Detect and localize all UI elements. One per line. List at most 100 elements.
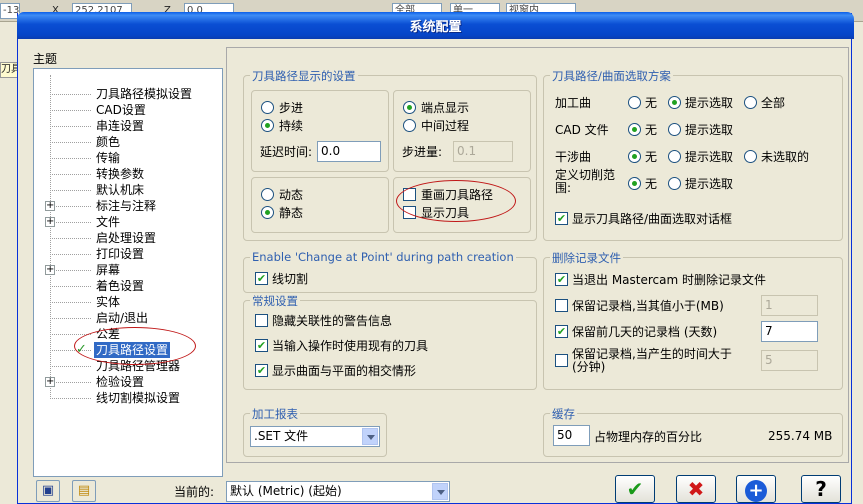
tree-item[interactable]: 启处理设置 xyxy=(34,230,222,246)
keep-size-input[interactable]: 1 xyxy=(761,295,818,316)
tree-item[interactable]: 颜色 xyxy=(34,134,222,150)
keep-time-input[interactable]: 5 xyxy=(761,350,818,371)
tree-item[interactable]: CAD设置 xyxy=(34,102,222,118)
middle-radio[interactable] xyxy=(403,119,416,132)
keep-size-checkbox[interactable] xyxy=(555,299,568,312)
step-qty-input[interactable]: 0.1 xyxy=(453,141,513,162)
hide-warning-label: 隐藏关联性的警告信息 xyxy=(272,314,393,328)
selection-option-radio[interactable] xyxy=(628,123,641,136)
static-radio-label: 静态 xyxy=(279,206,304,220)
middle-radio-label: 中间过程 xyxy=(421,119,470,133)
selection-row-label: 定义切削范围: xyxy=(555,168,616,195)
tree-item[interactable]: 默认机床 xyxy=(34,182,222,198)
delete-on-exit-checkbox[interactable]: ✔ xyxy=(555,273,568,286)
tree-item-label: 文件 xyxy=(96,215,121,229)
selection-option-radio[interactable] xyxy=(628,150,641,163)
apply-button[interactable]: + xyxy=(736,475,776,503)
keep-days-input[interactable]: 7 xyxy=(761,321,818,342)
expand-plus-icon[interactable]: + xyxy=(45,201,55,211)
cancel-button[interactable]: ✖ xyxy=(676,475,716,503)
tree-item[interactable]: + 标注与注释 xyxy=(34,198,222,214)
topic-label: 主题 xyxy=(33,52,58,66)
tree-connector xyxy=(50,270,91,271)
keep-days-checkbox[interactable]: ✔ xyxy=(555,325,568,338)
tree-connector xyxy=(50,142,91,143)
keep-time-checkbox[interactable] xyxy=(555,354,568,367)
expand-plus-icon[interactable]: + xyxy=(45,217,55,227)
tree-item[interactable]: 实体 xyxy=(34,294,222,310)
tree-item[interactable]: + 检验设置 xyxy=(34,374,222,390)
cache-percent-label: 占物理内存的百分比 xyxy=(594,430,703,444)
tree-item[interactable]: 传输 xyxy=(34,150,222,166)
tree-item[interactable]: 刀具路径模拟设置 xyxy=(34,86,222,102)
report-title: 加工报表 xyxy=(250,406,300,422)
use-existing-tool-checkbox[interactable]: ✔ xyxy=(255,339,268,352)
tree-item-label: CAD设置 xyxy=(96,103,146,117)
selection-row-label: CAD 文件 xyxy=(555,123,609,137)
selection-option-radio[interactable] xyxy=(668,150,681,163)
hide-warning-checkbox[interactable] xyxy=(255,314,268,327)
keep-size-label: 保留记录档,当其值小于(MB) xyxy=(572,299,724,313)
topic-tree[interactable]: 刀具路径模拟设置 CAD设置 串连设置 颜色传输 转换参数 默认机床 + 标注与注释 + 文件启处… xyxy=(33,68,223,477)
cache-percent-input[interactable]: 50 xyxy=(553,425,590,446)
open-config-button[interactable]: ▤ xyxy=(72,480,96,502)
delay-input[interactable]: 0.0 xyxy=(317,141,381,162)
highlight-ellipse-tree xyxy=(74,327,196,365)
tree-item[interactable]: 线切割模拟设置 xyxy=(34,390,222,406)
selection-option-label: 无 xyxy=(645,177,658,191)
expand-plus-icon[interactable]: + xyxy=(45,377,55,387)
static-radio[interactable] xyxy=(261,206,274,219)
tree-item-label: 启处理设置 xyxy=(96,231,157,245)
display-settings-title: 刀具路径显示的设置 xyxy=(250,68,358,84)
save-config-button[interactable]: ▣ xyxy=(36,480,60,502)
tree-item[interactable]: + 屏幕 xyxy=(34,262,222,278)
cache-size-value: 255.74 MB xyxy=(768,429,833,443)
close-icon: ✖ xyxy=(687,477,705,501)
selection-row-label: 加工曲 xyxy=(555,96,592,110)
checkmark-icon: ✔ xyxy=(626,477,644,501)
tree-item[interactable]: 转换参数 xyxy=(34,166,222,182)
tree-item-label: 颜色 xyxy=(96,135,121,149)
tree-item-label: 标注与注释 xyxy=(96,199,157,213)
selection-row-label: 干涉曲 xyxy=(555,150,592,164)
selection-option-radio[interactable] xyxy=(668,123,681,136)
tree-item[interactable]: 启动/退出 xyxy=(34,310,222,326)
settings-panel: 刀具路径显示的设置 步进 持续 延迟时间: 0.0 端点显示 中间过程 步进量:… xyxy=(226,47,849,463)
current-config-value: 默认 (Metric) (起始) xyxy=(230,484,342,498)
continuous-radio[interactable] xyxy=(261,119,274,132)
selection-option-radio[interactable] xyxy=(668,96,681,109)
help-icon: ? xyxy=(815,477,827,501)
step-radio-label: 步进 xyxy=(279,101,304,115)
tree-item[interactable]: 打印设置 xyxy=(34,246,222,262)
tree-connector xyxy=(50,174,91,175)
tree-item-label: 传输 xyxy=(96,151,121,165)
endpoint-radio[interactable] xyxy=(403,101,416,114)
continuous-radio-label: 持续 xyxy=(279,119,304,133)
step-radio[interactable] xyxy=(261,101,274,114)
selection-option-radio[interactable] xyxy=(744,96,757,109)
tree-connector xyxy=(50,366,91,367)
selection-option-radio[interactable] xyxy=(668,177,681,190)
expand-plus-icon[interactable]: + xyxy=(45,265,55,275)
tree-item[interactable]: 串连设置 xyxy=(34,118,222,134)
report-select[interactable]: .SET 文件 xyxy=(250,426,380,447)
current-config-select[interactable]: 默认 (Metric) (起始) xyxy=(226,481,450,502)
selection-option-radio[interactable] xyxy=(744,150,757,163)
tree-connector xyxy=(50,286,91,287)
endpoint-radio-label: 端点显示 xyxy=(421,101,470,115)
selection-group: 刀具路径/曲面选取方案 加工曲无提示选取 全部 CAD 文件无提示选取 干涉曲无提示选… xyxy=(543,68,843,241)
show-selection-dialog-checkbox[interactable]: ✔ xyxy=(555,212,568,225)
tree-item[interactable]: 着色设置 xyxy=(34,278,222,294)
selection-option-radio[interactable] xyxy=(628,96,641,109)
tree-connector xyxy=(50,158,91,159)
show-intersection-checkbox[interactable]: ✔ xyxy=(255,364,268,377)
wire-cut-checkbox[interactable]: ✔ xyxy=(255,272,268,285)
dynamic-radio[interactable] xyxy=(261,188,274,201)
tree-item[interactable]: + 文件 xyxy=(34,214,222,230)
dynamic-mode-box: 动态 静态 xyxy=(251,177,389,233)
help-button[interactable]: ? xyxy=(801,475,841,503)
dialog-titlebar[interactable]: 系统配置 xyxy=(17,12,854,39)
selection-option-radio[interactable] xyxy=(628,177,641,190)
selection-option-label: 全部 xyxy=(761,96,786,110)
ok-button[interactable]: ✔ xyxy=(615,475,655,503)
